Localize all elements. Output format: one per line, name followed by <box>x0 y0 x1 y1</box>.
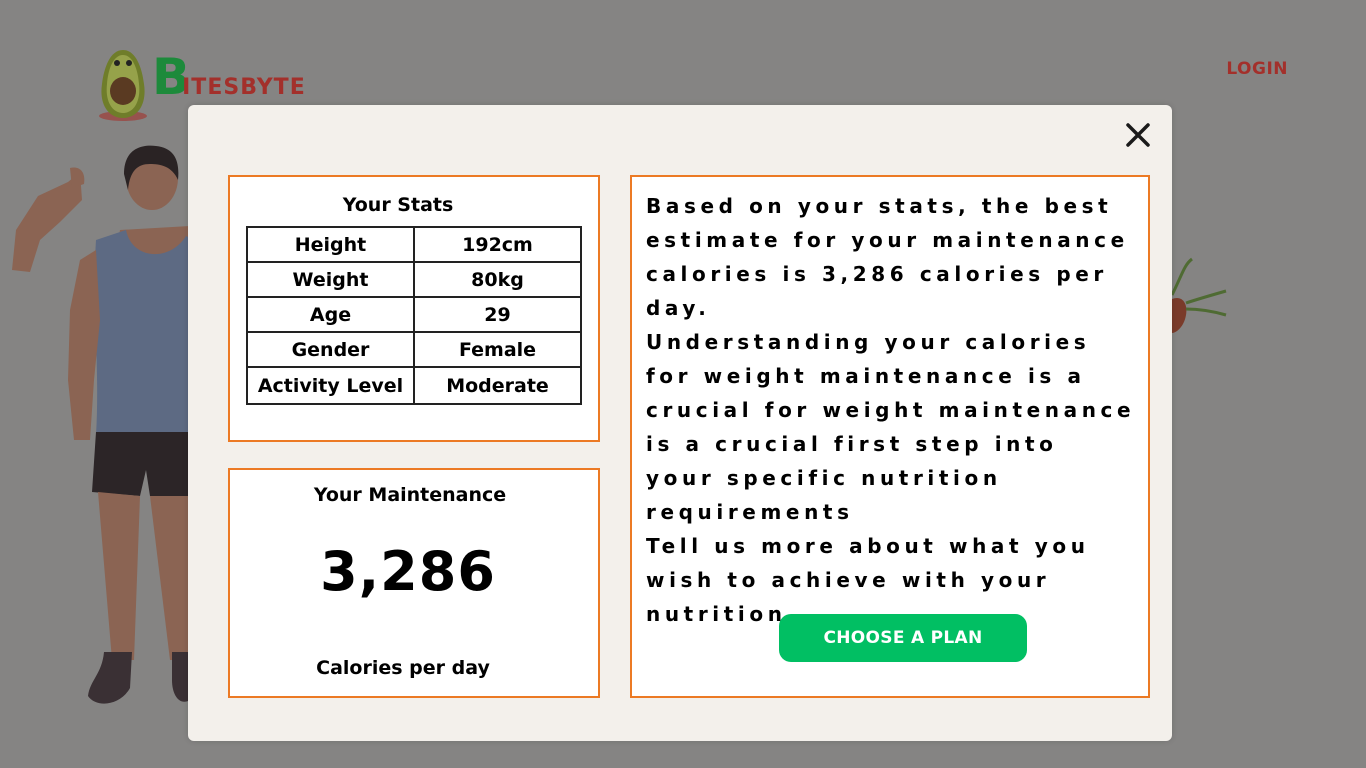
stat-label-age: Age <box>246 296 415 333</box>
table-row: Height 192cm <box>246 226 582 263</box>
athlete-illustration <box>12 145 190 704</box>
results-modal: Your Stats Height 192cm Weight 80kg Age … <box>188 105 1172 741</box>
stats-table: Height 192cm Weight 80kg Age 29 Gender F… <box>246 226 582 405</box>
brand-name: ITESBYTE <box>182 75 306 100</box>
info-text: Based on your stats, the best estimate f… <box>646 189 1138 631</box>
maintenance-title: Your Maintenance <box>313 484 507 506</box>
stat-value-weight: 80kg <box>413 261 582 298</box>
table-row: Age 29 <box>246 296 582 333</box>
maintenance-panel: Your Maintenance 3,286 Calories per day <box>228 468 600 698</box>
info-panel: Based on your stats, the best estimate f… <box>630 175 1150 698</box>
info-paragraph-estimate: Based on your stats, the best estimate f… <box>646 194 1129 320</box>
close-icon[interactable] <box>1124 121 1152 149</box>
stat-label-height: Height <box>246 226 415 263</box>
table-row: Gender Female <box>246 331 582 368</box>
stat-label-gender: Gender <box>246 331 415 368</box>
stat-value-age: 29 <box>413 296 582 333</box>
maintenance-unit: Calories per day <box>316 657 490 679</box>
info-paragraph-understanding: Understanding your calories for weight m… <box>646 330 1136 524</box>
stats-panel: Your Stats Height 192cm Weight 80kg Age … <box>228 175 600 442</box>
brand-logo[interactable]: BITESBYTE <box>152 48 306 106</box>
table-row: Weight 80kg <box>246 261 582 298</box>
vegetable-illustration <box>1170 257 1227 333</box>
stat-label-weight: Weight <box>246 261 415 298</box>
choose-plan-button[interactable]: CHOOSE A PLAN <box>779 614 1027 662</box>
stat-value-activity: Moderate <box>413 366 582 405</box>
maintenance-calories-value: 3,286 <box>320 540 496 603</box>
login-link[interactable]: LOGIN <box>1226 59 1288 79</box>
table-row: Activity Level Moderate <box>246 366 582 405</box>
stat-label-activity: Activity Level <box>246 366 415 405</box>
stat-value-gender: Female <box>413 331 582 368</box>
stats-title: Your Stats <box>342 194 454 216</box>
stat-value-height: 192cm <box>413 226 582 263</box>
